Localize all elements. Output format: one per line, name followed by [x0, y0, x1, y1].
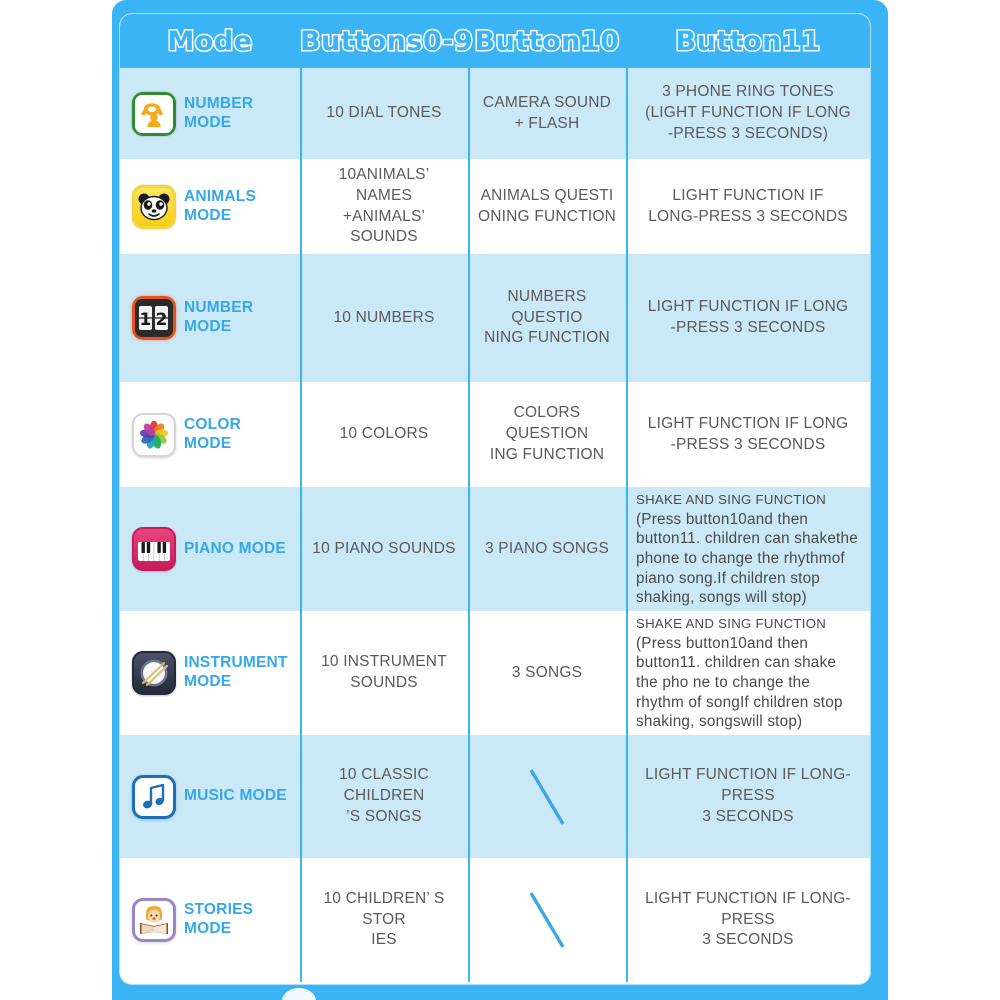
svg-text:2: 2: [155, 310, 167, 330]
cell-buttons09: 10 CLASSIC CHILDREN ’S SONGS: [300, 735, 468, 858]
cell-button11: LIGHT FUNCTION IF LONG-PRESS 3 SECONDS: [626, 858, 870, 982]
telephone-icon: [132, 91, 176, 136]
cell-button10: ANIMALS QUESTI ONING FUNCTION: [468, 159, 626, 254]
column-header-buttons09: Buttons0-9: [299, 24, 475, 58]
cell-button11: LIGHT FUNCTION IF LONG-PRESS 3 SECONDS: [626, 382, 870, 487]
buttons09-text: 10ANIMALS’ NAMES +ANIMALS’ SOUNDS: [338, 165, 430, 246]
bottom-decoration-shape: [282, 988, 316, 1000]
table-row: COLOR MODE 10 COLORS COLORS QUESTION ING FU…: [120, 382, 870, 487]
page-root: Mode Buttons0-9 Button10 Button11 NUMBER…: [0, 0, 1000, 1000]
button10-text: 3 SONGS: [511, 663, 583, 681]
cell-button11: LIGHT FUNCTION IF LONG-PRESS 3 SECONDS: [626, 735, 870, 858]
button11-paragraph: SHAKE AND SING FUNCTION (Press button10a…: [636, 490, 860, 607]
reading-child-icon: [132, 898, 176, 942]
button11-text: LIGHT FUNCTION IF LONG-PRESS 3 SECONDS: [647, 414, 849, 453]
piano-icon: [132, 527, 176, 571]
table-row: PIANO MODE 10 PIANO SOUNDS 3 PIANO SONGS SH…: [120, 487, 870, 611]
cell-button10: [468, 858, 626, 982]
button11-body-text: (Press button10and then button11. childr…: [636, 634, 843, 731]
diagonal-slash-icon: [529, 892, 565, 948]
cell-mode: ANIMALS MODE: [120, 159, 300, 254]
cell-buttons09: 10 COLORS: [300, 382, 468, 487]
buttons09-text: 10 INSTRUMENT SOUNDS: [321, 653, 447, 691]
cell-button11: SHAKE AND SING FUNCTION (Press button10a…: [626, 611, 870, 735]
mode-label: ANIMALS MODE: [184, 187, 257, 224]
button11-text: 3 PHONE RING TONES (LIGHT FUNCTION IF LON…: [645, 83, 851, 142]
table-row: ANIMALS MODE 10ANIMALS’ NAMES +ANIMALS’ SO…: [120, 159, 870, 254]
cell-button10: 3 SONGS: [468, 611, 626, 735]
cell-buttons09: 10 NUMBERS: [300, 254, 468, 382]
buttons09-text: 10 PIANO SOUNDS: [312, 539, 456, 557]
cell-button10: 3 PIANO SONGS: [468, 487, 626, 611]
cell-mode: NUMBER MODE: [120, 68, 300, 159]
button11-text: LIGHT FUNCTION IF LONG-PRESS 3 SECONDS: [645, 766, 851, 825]
cell-button10: CAMERA SOUND + FLASH: [468, 68, 626, 159]
table-row: NUMBER MODE 10 DIAL TONES CAMERA SOUND + FL…: [120, 68, 870, 159]
color-flower-icon: [132, 412, 176, 457]
mode-label: MUSIC MODE: [184, 787, 287, 805]
table-row: INSTRUMENT MODE 10 INSTRUMENT SOUNDS 3 SONG…: [120, 611, 870, 735]
slash-placeholder: [525, 764, 569, 830]
music-note-icon: [132, 774, 176, 819]
flip-clock-12-icon: 12: [132, 296, 176, 340]
cell-button11: LIGHT FUNCTION IF LONG-PRESS 3 SECONDS: [626, 254, 870, 382]
cell-mode: MUSIC MODE: [120, 735, 300, 858]
table-row: MUSIC MODE 10 CLASSIC CHILDREN ’S SONGS LIG…: [120, 735, 870, 858]
mode-label: NUMBER MODE: [184, 94, 254, 131]
buttons09-text: 10 DIAL TONES: [326, 104, 442, 122]
button10-text: NUMBERS QUESTIO NING FUNCTION: [484, 287, 610, 347]
mode-feature-table: Mode Buttons0-9 Button10 Button11 NUMBER…: [120, 14, 870, 984]
svg-text:1: 1: [139, 310, 151, 330]
mode-label: NUMBER MODE: [184, 299, 254, 335]
column-header-button11: Button11: [674, 24, 821, 58]
cell-button10: COLORS QUESTION ING FUNCTION: [468, 382, 626, 487]
mode-label: COLOR MODE: [184, 415, 241, 452]
button11-lead-text: SHAKE AND SING FUNCTION: [636, 492, 827, 508]
buttons09-text: 10 CHILDREN’ S STOR IES: [323, 889, 445, 949]
cell-button11: 3 PHONE RING TONES (LIGHT FUNCTION IF LON…: [626, 68, 870, 159]
cell-mode: PIANO MODE: [120, 487, 300, 611]
table-row: 1 2 NUMBER MODE 10 NUMBERS NUMBERS QUESTIO NI…: [120, 254, 870, 382]
mode-label: STORIES MODE: [184, 901, 254, 937]
table-row: STORIES MODE 10 CHILDREN’ S STOR IES LIGHT …: [120, 858, 870, 982]
button10-text: CAMERA SOUND + FLASH: [482, 93, 612, 132]
cell-mode: COLOR MODE: [120, 382, 300, 487]
button11-text: LIGHT FUNCTION IF LONG-PRESS 3 SECONDS: [648, 186, 848, 225]
cell-mode: STORIES MODE: [120, 858, 300, 982]
column-header-button10: Button10: [473, 24, 620, 58]
cell-buttons09: 10 INSTRUMENT SOUNDS: [300, 611, 468, 735]
button10-text: ANIMALS QUESTI ONING FUNCTION: [478, 186, 616, 225]
buttons09-text: 10 COLORS: [339, 425, 429, 443]
cell-buttons09: 10 CHILDREN’ S STOR IES: [300, 858, 468, 982]
column-header-mode: Mode: [166, 24, 254, 58]
button11-paragraph: SHAKE AND SING FUNCTION (Press button10a…: [636, 614, 860, 731]
table-body: NUMBER MODE 10 DIAL TONES CAMERA SOUND + FL…: [120, 68, 870, 982]
cell-buttons09: 10ANIMALS’ NAMES +ANIMALS’ SOUNDS: [300, 159, 468, 254]
drum-icon: [132, 651, 176, 695]
button10-text: COLORS QUESTION ING FUNCTION: [489, 404, 605, 463]
cell-button10: NUMBERS QUESTIO NING FUNCTION: [468, 254, 626, 382]
panda-icon: [132, 184, 176, 229]
button11-text: LIGHT FUNCTION IF LONG-PRESS 3 SECONDS: [647, 298, 849, 336]
mode-label: PIANO MODE: [184, 539, 286, 557]
table-header-row: Mode Buttons0-9 Button10 Button11: [120, 14, 870, 68]
button11-body-text: (Press button10and then button11. childr…: [636, 510, 858, 607]
diagonal-slash-icon: [529, 768, 565, 825]
button11-text: LIGHT FUNCTION IF LONG-PRESS 3 SECONDS: [645, 889, 851, 949]
cell-button11: SHAKE AND SING FUNCTION (Press button10a…: [626, 487, 870, 611]
button11-lead-text: SHAKE AND SING FUNCTION: [636, 616, 827, 632]
mode-label: INSTRUMENT MODE: [184, 654, 288, 690]
buttons09-text: 10 CLASSIC CHILDREN ’S SONGS: [339, 766, 429, 825]
cell-mode: INSTRUMENT MODE: [120, 611, 300, 735]
cell-buttons09: 10 PIANO SOUNDS: [300, 487, 468, 611]
slash-placeholder: [525, 887, 569, 953]
cell-buttons09: 10 DIAL TONES: [300, 68, 468, 159]
cell-button11: LIGHT FUNCTION IF LONG-PRESS 3 SECONDS: [626, 159, 870, 254]
buttons09-text: 10 NUMBERS: [333, 308, 435, 326]
button10-text: 3 PIANO SONGS: [484, 539, 610, 557]
cell-mode: 1 2 NUMBER MODE: [120, 254, 300, 382]
cell-button10: [468, 735, 626, 858]
